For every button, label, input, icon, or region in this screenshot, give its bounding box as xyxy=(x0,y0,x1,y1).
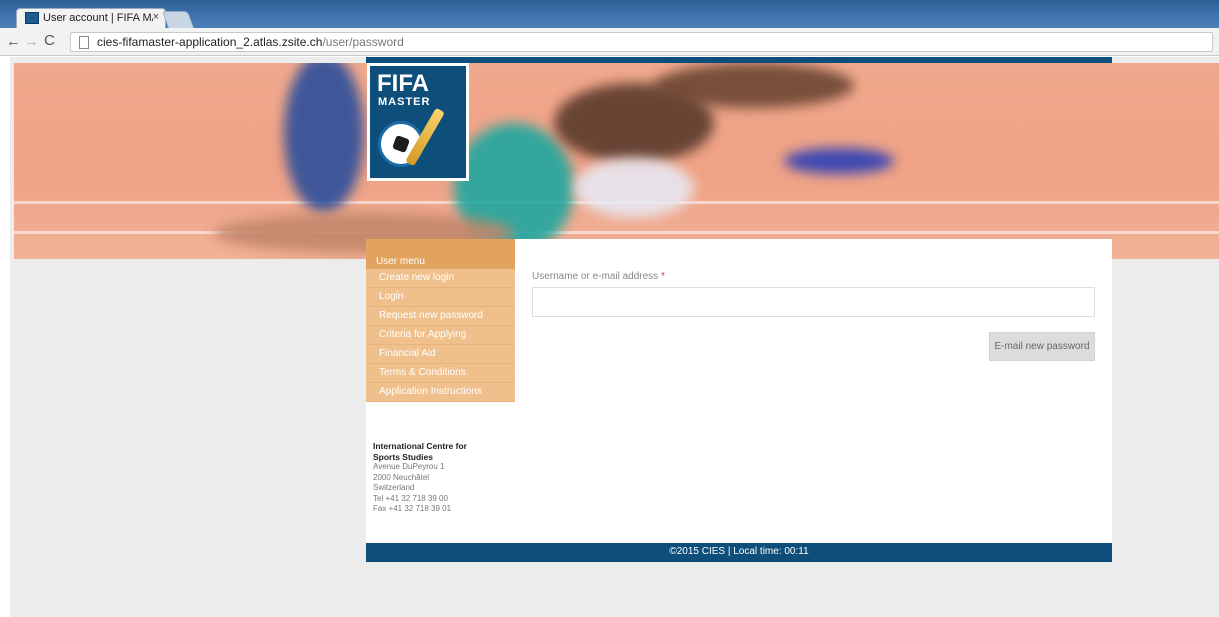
org-name-line1: International Centre for xyxy=(373,441,467,451)
page-footer: ©2015 CIES | Local time: 00:11 xyxy=(366,543,1112,562)
address-tel: Tel +41 32 718 39 00 xyxy=(373,493,448,503)
banner-athlete-blur xyxy=(574,158,694,218)
menu-item-login[interactable]: Login xyxy=(366,288,515,307)
browser-tabstrip: User account | FIFA MAST × xyxy=(0,0,1219,28)
url-path: /user/password xyxy=(322,35,404,49)
banner-track-line xyxy=(14,231,1219,234)
logo-text-fifa: FIFA xyxy=(377,70,429,97)
user-menu-title: User menu xyxy=(366,239,515,269)
org-name-line2: Sports Studies xyxy=(373,451,433,462)
content-panel: User menu Create new login Login Request… xyxy=(366,239,1112,543)
menu-item-application-instructions[interactable]: Application Instructions xyxy=(366,383,515,402)
required-marker: * xyxy=(660,271,665,282)
banner-athlete-blur xyxy=(654,63,854,108)
address-fax: Fax +41 32 718 39 01 xyxy=(373,504,452,513)
contact-address: International Centre for Sports Studies … xyxy=(373,441,467,515)
menu-item-terms-conditions[interactable]: Terms & Conditions xyxy=(366,364,515,383)
menu-item-create-new-login[interactable]: Create new login xyxy=(366,269,515,288)
address-city: 2000 Neuchâtel xyxy=(373,472,430,482)
email-new-password-button[interactable]: E-mail new password xyxy=(989,332,1095,361)
banner-athlete-blur xyxy=(284,63,364,213)
username-email-input[interactable] xyxy=(532,287,1095,317)
username-field-label: Username or e-mail address * xyxy=(532,271,665,282)
new-tab-button[interactable] xyxy=(161,11,195,28)
password-reset-form: Username or e-mail address * E-mail new … xyxy=(532,239,1112,543)
tab-title: User account | FIFA MAST xyxy=(43,12,153,24)
forward-arrow-icon[interactable]: → xyxy=(24,33,39,50)
menu-item-criteria-for-applying[interactable]: Criteria for Applying xyxy=(366,326,515,345)
reload-icon[interactable]: C xyxy=(44,32,55,49)
browser-toolbar: ← → C cies-fifamaster-application_2.atla… xyxy=(0,28,1219,56)
logo-text-master: MASTER xyxy=(378,96,431,108)
site-favicon-icon xyxy=(25,12,39,24)
back-arrow-icon[interactable]: ← xyxy=(6,33,21,50)
url-host: cies-fifamaster-application_2.atlas.zsit… xyxy=(97,35,323,49)
header-banner-image xyxy=(14,63,1219,259)
menu-item-request-new-password[interactable]: Request new password xyxy=(366,307,515,326)
fifa-master-logo[interactable]: FIFA MASTER xyxy=(367,63,469,181)
address-bar[interactable]: cies-fifamaster-application_2.atlas.zsit… xyxy=(70,32,1213,52)
browser-tab-active[interactable]: User account | FIFA MAST × xyxy=(16,8,166,28)
page-body: FIFA MASTER User menu Create new login L… xyxy=(10,57,1219,617)
address-street: Avenue DuPeyrou 1 xyxy=(373,462,445,471)
username-label-text: Username or e-mail address xyxy=(532,271,659,282)
page-icon xyxy=(79,36,89,49)
address-country: Switzerland xyxy=(373,483,415,492)
user-menu-sidebar: User menu Create new login Login Request… xyxy=(366,239,515,543)
menu-item-financial-aid[interactable]: Financial Aid xyxy=(366,345,515,364)
tab-close-icon[interactable]: × xyxy=(153,11,159,23)
banner-athlete-blur xyxy=(784,148,894,174)
url-text: cies-fifamaster-application_2.atlas.zsit… xyxy=(97,35,404,49)
